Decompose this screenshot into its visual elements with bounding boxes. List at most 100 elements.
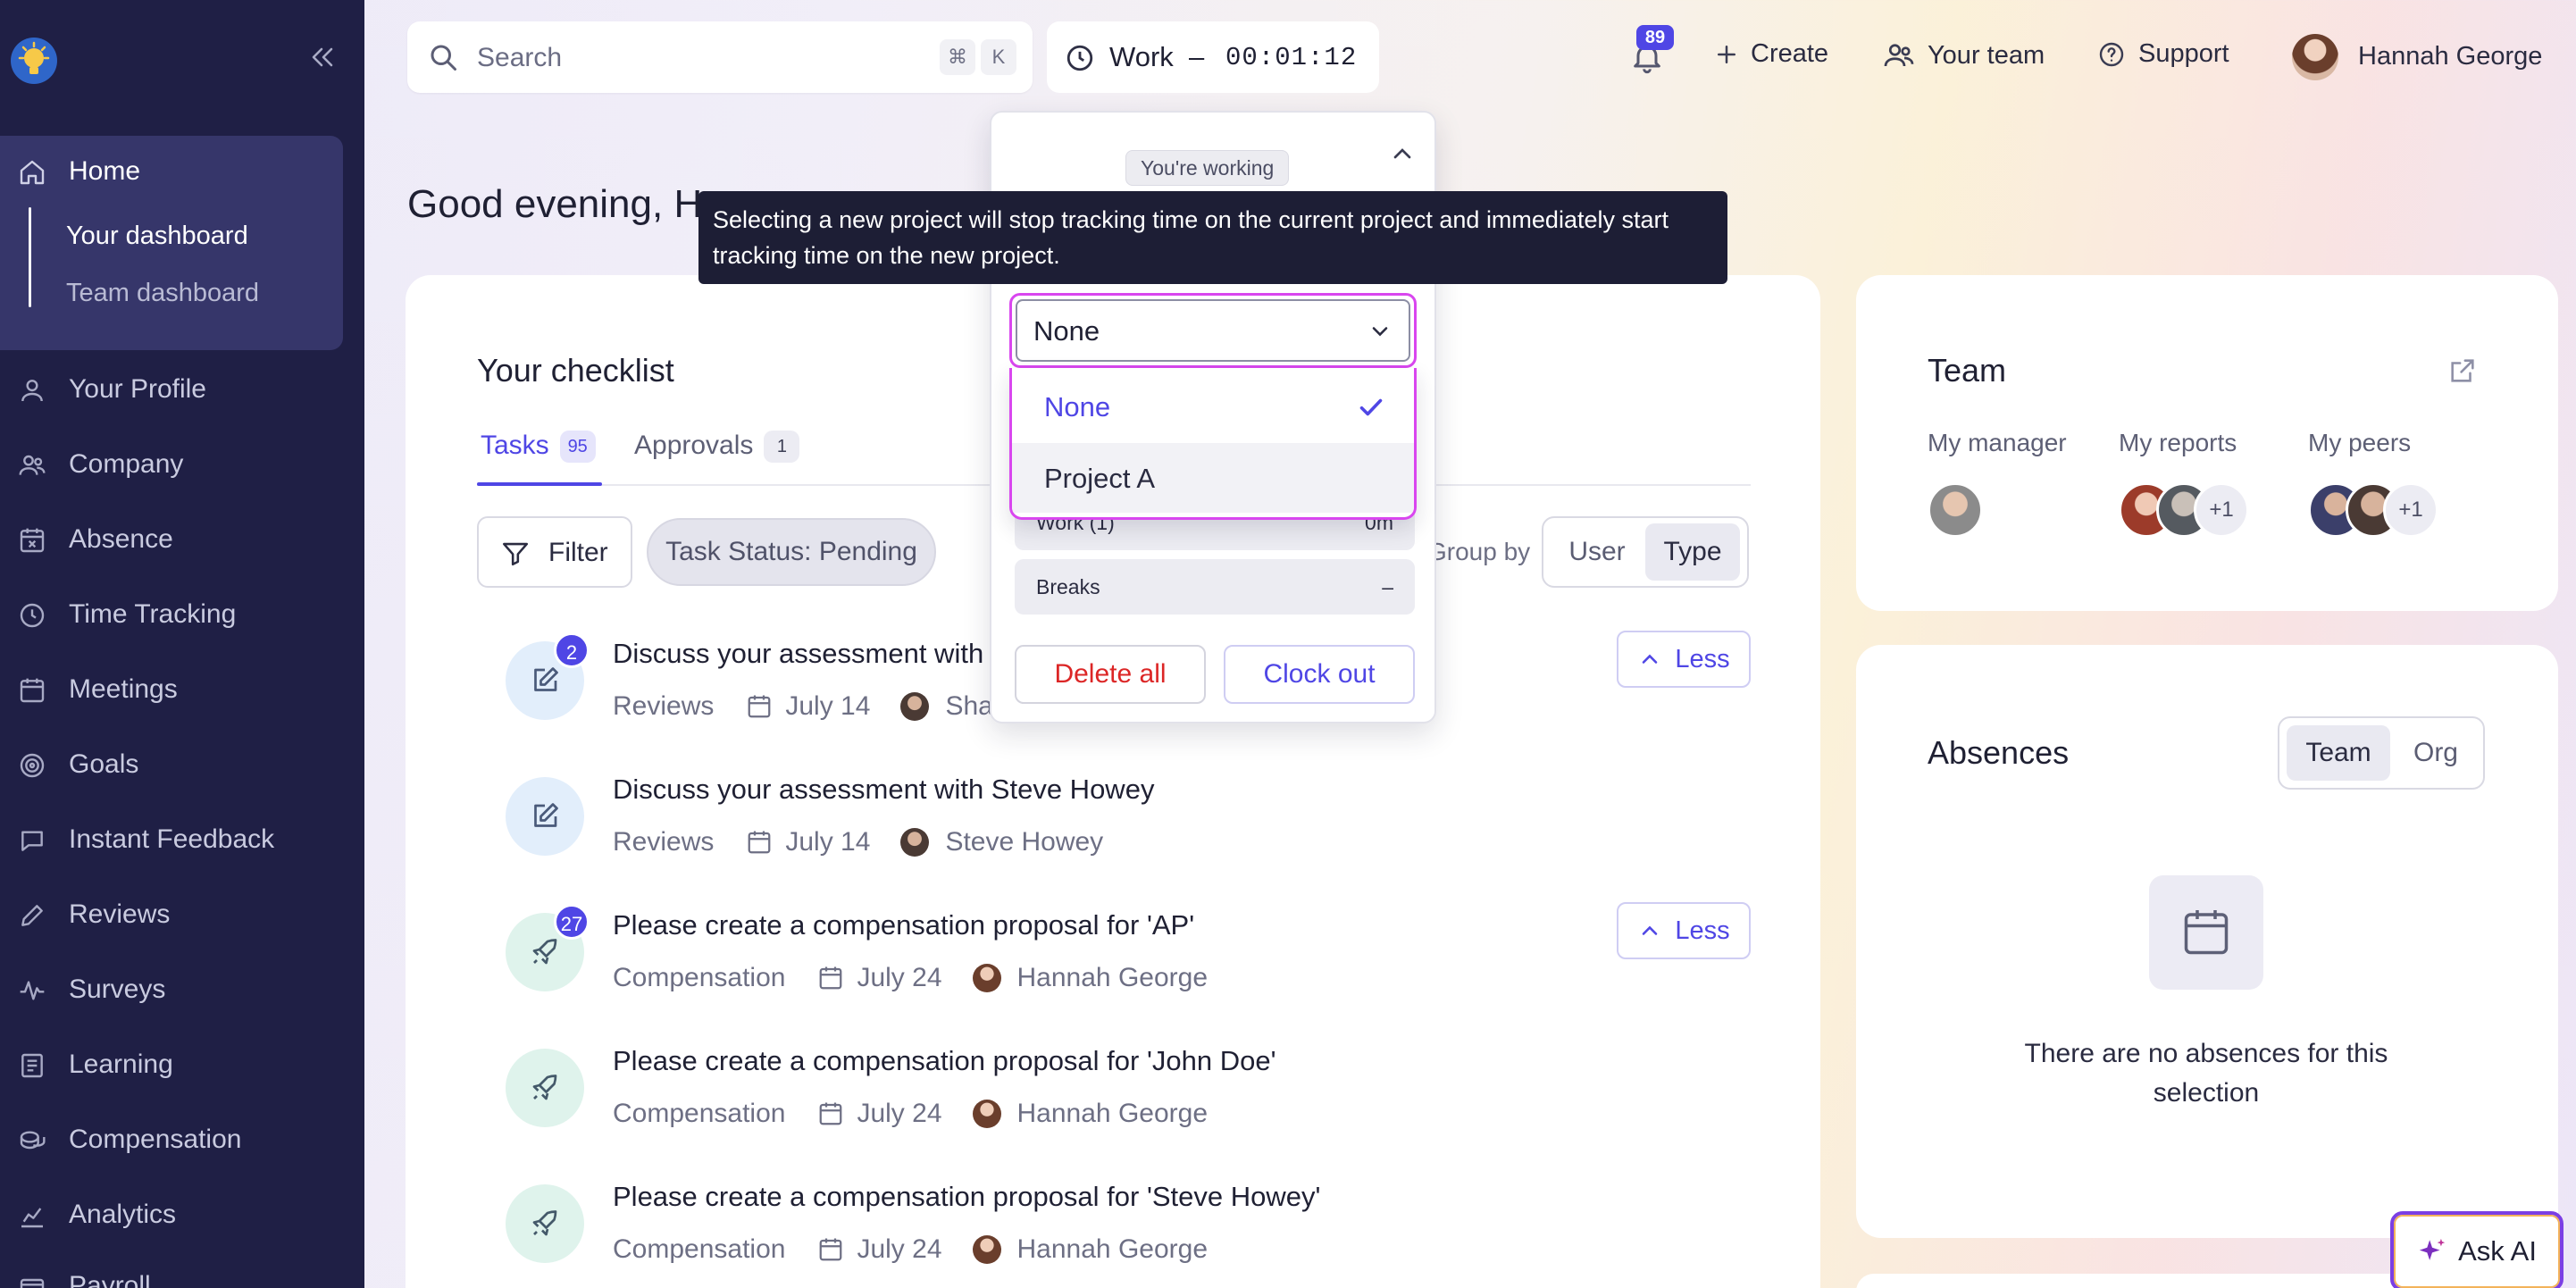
more-peers-count[interactable]: +1 [2383, 482, 2438, 538]
tab-approvals[interactable]: Approvals 1 [634, 431, 800, 464]
task-assignee: Hannah George [1016, 1234, 1209, 1264]
task-meta: Compensation July 24 Hannah George [613, 963, 1208, 993]
group-by-user[interactable]: User [1551, 523, 1643, 581]
avatar[interactable] [2292, 34, 2338, 80]
my-manager-label: My manager [1928, 429, 2067, 456]
user-name[interactable]: Hannah George [2358, 42, 2542, 71]
sidebar-item-compensation[interactable]: Compensation [0, 1113, 343, 1167]
collapse-sidebar-icon[interactable] [304, 41, 339, 73]
task-icon-circle [506, 1184, 584, 1263]
project-select[interactable]: None [1009, 293, 1417, 368]
support-button[interactable]: Support [2097, 39, 2229, 69]
less-label: Less [1675, 644, 1730, 673]
task-status-filter-chip[interactable]: Task Status: Pending [647, 518, 936, 586]
shortcut-key-k: K [981, 39, 1016, 75]
create-button[interactable]: Create [1713, 39, 1828, 69]
breaks-label: Breaks [1036, 575, 1100, 598]
task-title[interactable]: Discuss your assessment with Sh [613, 638, 1025, 670]
sidebar-item-label: Payroll [69, 1271, 151, 1288]
option-label: Project A [1044, 463, 1156, 494]
more-reports-count[interactable]: +1 [2194, 482, 2249, 538]
sidebar-item-home[interactable]: Home [0, 145, 343, 198]
users-icon [18, 451, 46, 480]
avatar [972, 1235, 1001, 1264]
avatar[interactable] [1928, 482, 1983, 538]
task-category: Reviews [613, 827, 715, 857]
tab-count: 1 [764, 431, 800, 464]
task-date: July 24 [857, 1234, 942, 1264]
sidebar-item-absence[interactable]: Absence [0, 513, 343, 566]
task-title[interactable]: Please create a compensation proposal fo… [613, 1181, 1320, 1213]
chevron-up-icon[interactable] [1388, 139, 1417, 168]
sidebar-item-goals[interactable]: Goals [0, 738, 343, 791]
avatar [900, 692, 930, 721]
external-link-icon[interactable] [2447, 355, 2478, 386]
calendar-icon [2184, 910, 2229, 955]
sidebar-item-instant-feedback[interactable]: Instant Feedback [0, 813, 343, 866]
my-peers-label: My peers [2308, 429, 2412, 456]
ask-ai-button[interactable]: Ask AI [2390, 1211, 2563, 1288]
absences-team-option[interactable]: Team [2287, 725, 2390, 781]
sidebar-item-company[interactable]: Company [0, 438, 343, 491]
active-tab-indicator [477, 482, 602, 486]
sparkle-icon [2419, 1238, 2446, 1260]
search-bar[interactable]: Search ⌘ K [407, 21, 1033, 93]
sidebar-item-surveys[interactable]: Surveys [0, 963, 343, 1016]
sidebar-item-learning[interactable]: Learning [0, 1038, 343, 1091]
wallet-icon [18, 1273, 46, 1288]
sidebar-item-team-dashboard[interactable]: Team dashboard [66, 279, 259, 308]
task-assignee: Steve Howey [945, 827, 1104, 857]
sidebar-item-your-dashboard[interactable]: Your dashboard [66, 222, 248, 251]
task-title[interactable]: Please create a compensation proposal fo… [613, 909, 1194, 941]
avatar [972, 1100, 1001, 1128]
your-team-button[interactable]: Your team [1883, 39, 2045, 71]
rocket-icon [529, 1208, 561, 1240]
chevron-up-icon [1643, 654, 1658, 664]
sidebar-item-label: Goals [69, 749, 139, 779]
plus-icon [1718, 45, 1735, 63]
sidebar-item-label: Absence [69, 524, 173, 554]
less-button[interactable]: Less [1617, 902, 1751, 959]
sidebar-item-time-tracking[interactable]: Time Tracking [0, 588, 343, 641]
breaks-value: – [1382, 575, 1393, 598]
user-icon [18, 376, 46, 405]
chat-icon [18, 826, 46, 855]
less-button[interactable]: Less [1617, 631, 1751, 688]
task-meta: Reviews July 14 Shan [613, 691, 1008, 722]
group-by-type[interactable]: Type [1645, 523, 1740, 581]
clock-out-button[interactable]: Clock out [1224, 645, 1415, 704]
filter-button[interactable]: Filter [477, 516, 632, 588]
sidebar-item-label: Meetings [69, 674, 178, 704]
sidebar-item-payroll[interactable]: Payroll [0, 1259, 343, 1288]
absences-org-option[interactable]: Org [2394, 725, 2478, 781]
group-by-toggle: User Type [1542, 516, 1749, 588]
delete-all-button[interactable]: Delete all [1015, 645, 1206, 704]
pulse-icon [18, 976, 46, 1005]
sidebar-item-meetings[interactable]: Meetings [0, 663, 343, 716]
task-icon-circle [506, 1049, 584, 1127]
sidebar-item-analytics[interactable]: Analytics [0, 1188, 343, 1242]
users-icon [1884, 44, 1914, 67]
breaks-row[interactable]: Breaks – [1015, 559, 1415, 615]
task-title[interactable]: Discuss your assessment with Steve Howey [613, 774, 1154, 806]
timer-project-label: Work – [1109, 41, 1205, 72]
tab-label: Approvals [634, 431, 754, 460]
project-option-project-a[interactable]: Project A [1012, 443, 1414, 513]
calendar-icon [820, 1102, 842, 1125]
chevron-down-icon [1367, 319, 1393, 344]
sidebar-item-reviews[interactable]: Reviews [0, 888, 343, 941]
time-tracker-button[interactable]: Work – 00:01:12 [1047, 21, 1379, 93]
clock-icon [1065, 43, 1095, 73]
task-date: July 14 [785, 827, 871, 857]
task-title[interactable]: Please create a compensation proposal fo… [613, 1045, 1276, 1077]
team-title: Team [1928, 352, 2007, 389]
create-label: Create [1751, 39, 1829, 68]
calendar-x-icon [18, 526, 46, 555]
pencil-icon [18, 901, 46, 930]
avatar [900, 828, 930, 857]
tab-tasks[interactable]: Tasks 95 [481, 431, 596, 464]
edit-icon [529, 800, 561, 832]
project-option-none[interactable]: None [1012, 372, 1414, 441]
sidebar-item-your-profile[interactable]: Your Profile [0, 363, 343, 416]
company-logo[interactable] [11, 38, 57, 84]
